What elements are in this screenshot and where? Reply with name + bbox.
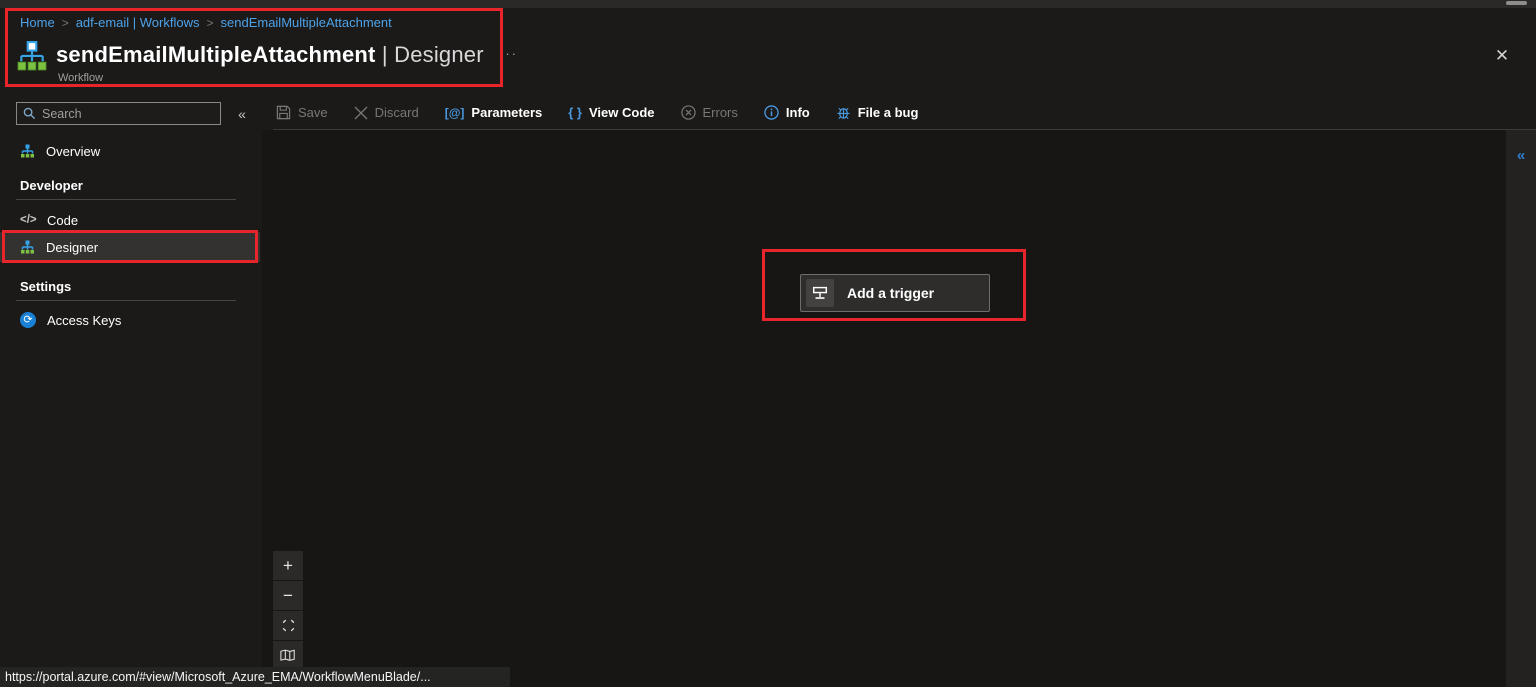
- sidebar-item-label: Code: [47, 212, 79, 228]
- parameters-button[interactable]: [@] Parameters: [445, 105, 543, 120]
- close-icon[interactable]: ✕: [1490, 44, 1514, 68]
- minimap-icon[interactable]: [273, 641, 303, 670]
- access-keys-icon: ⟳: [20, 312, 36, 328]
- info-circle-icon: [764, 105, 779, 120]
- search-input[interactable]: [42, 106, 214, 121]
- sidebar-item-label: Designer: [46, 239, 99, 255]
- zoom-out-button[interactable]: −: [273, 581, 303, 610]
- canvas-controls: + −: [273, 551, 303, 671]
- code-braces-icon: { }: [568, 105, 582, 120]
- right-panel-strip: «: [1506, 130, 1536, 687]
- status-bar-url: https://portal.azure.com/#view/Microsoft…: [0, 667, 510, 687]
- right-panel-collapse-button[interactable]: «: [1506, 147, 1536, 164]
- sidebar-item-label: Overview: [46, 143, 101, 159]
- sidebar-section-developer: Developer: [20, 178, 83, 193]
- fit-view-icon[interactable]: [273, 611, 303, 640]
- search-icon: [23, 107, 36, 120]
- view-code-button[interactable]: { } View Code: [568, 105, 654, 120]
- workflow-icon: [21, 144, 34, 157]
- breadcrumb-separator: >: [61, 16, 69, 30]
- errors-button[interactable]: Errors: [680, 105, 738, 120]
- sidebar-item-designer[interactable]: Designer: [0, 232, 260, 262]
- divider: [16, 199, 236, 200]
- bug-icon: [836, 105, 851, 120]
- discard-x-icon: [354, 106, 368, 120]
- error-circle-icon: [680, 105, 696, 120]
- sidebar-search[interactable]: [16, 102, 221, 125]
- breadcrumb-workflow-link[interactable]: sendEmailMultipleAttachment: [221, 15, 392, 30]
- breadcrumb-workflows-link[interactable]: adf-email | Workflows: [76, 15, 200, 30]
- sidebar-item-code[interactable]: </> Code: [0, 206, 260, 234]
- workflow-icon: [21, 240, 34, 253]
- sidebar-item-label: Access Keys: [47, 312, 122, 328]
- workflow-icon: [17, 41, 47, 71]
- page-subtitle: Workflow: [58, 72, 104, 84]
- breadcrumb-separator: >: [206, 16, 214, 30]
- add-trigger-label: Add a trigger: [847, 285, 935, 301]
- zoom-in-button[interactable]: +: [273, 551, 303, 580]
- info-button[interactable]: Info: [764, 105, 810, 120]
- title-overflow-menu[interactable]: ···: [499, 46, 518, 61]
- save-icon: [276, 105, 291, 120]
- sidebar-section-settings: Settings: [20, 279, 72, 294]
- sidebar-item-access-keys[interactable]: ⟳ Access Keys: [0, 306, 260, 334]
- file-a-bug-button[interactable]: File a bug: [836, 105, 918, 120]
- sidebar-collapse-button[interactable]: «: [231, 103, 253, 125]
- top-edge-strip: [0, 0, 1536, 8]
- discard-button[interactable]: Discard: [354, 105, 419, 120]
- command-bar: Save Discard [@] Parameters { } View Cod…: [276, 95, 918, 130]
- add-trigger-button[interactable]: Add a trigger: [800, 274, 990, 312]
- trigger-icon: [806, 279, 834, 307]
- code-icon: </>: [20, 214, 37, 226]
- save-button[interactable]: Save: [276, 105, 328, 120]
- parameters-icon: [@]: [444, 105, 465, 120]
- page-title-view-suffix: | Designer: [375, 42, 484, 67]
- page-title: sendEmailMultipleAttachment | Designer: [56, 42, 484, 67]
- divider: [16, 300, 236, 301]
- breadcrumb: Home > adf-email | Workflows > sendEmailMult…: [20, 15, 392, 30]
- sidebar-item-overview[interactable]: Overview: [0, 137, 260, 165]
- scrollbar-thumb[interactable]: [1506, 1, 1527, 5]
- designer-canvas[interactable]: [262, 130, 1506, 687]
- breadcrumb-home-link[interactable]: Home: [20, 15, 55, 30]
